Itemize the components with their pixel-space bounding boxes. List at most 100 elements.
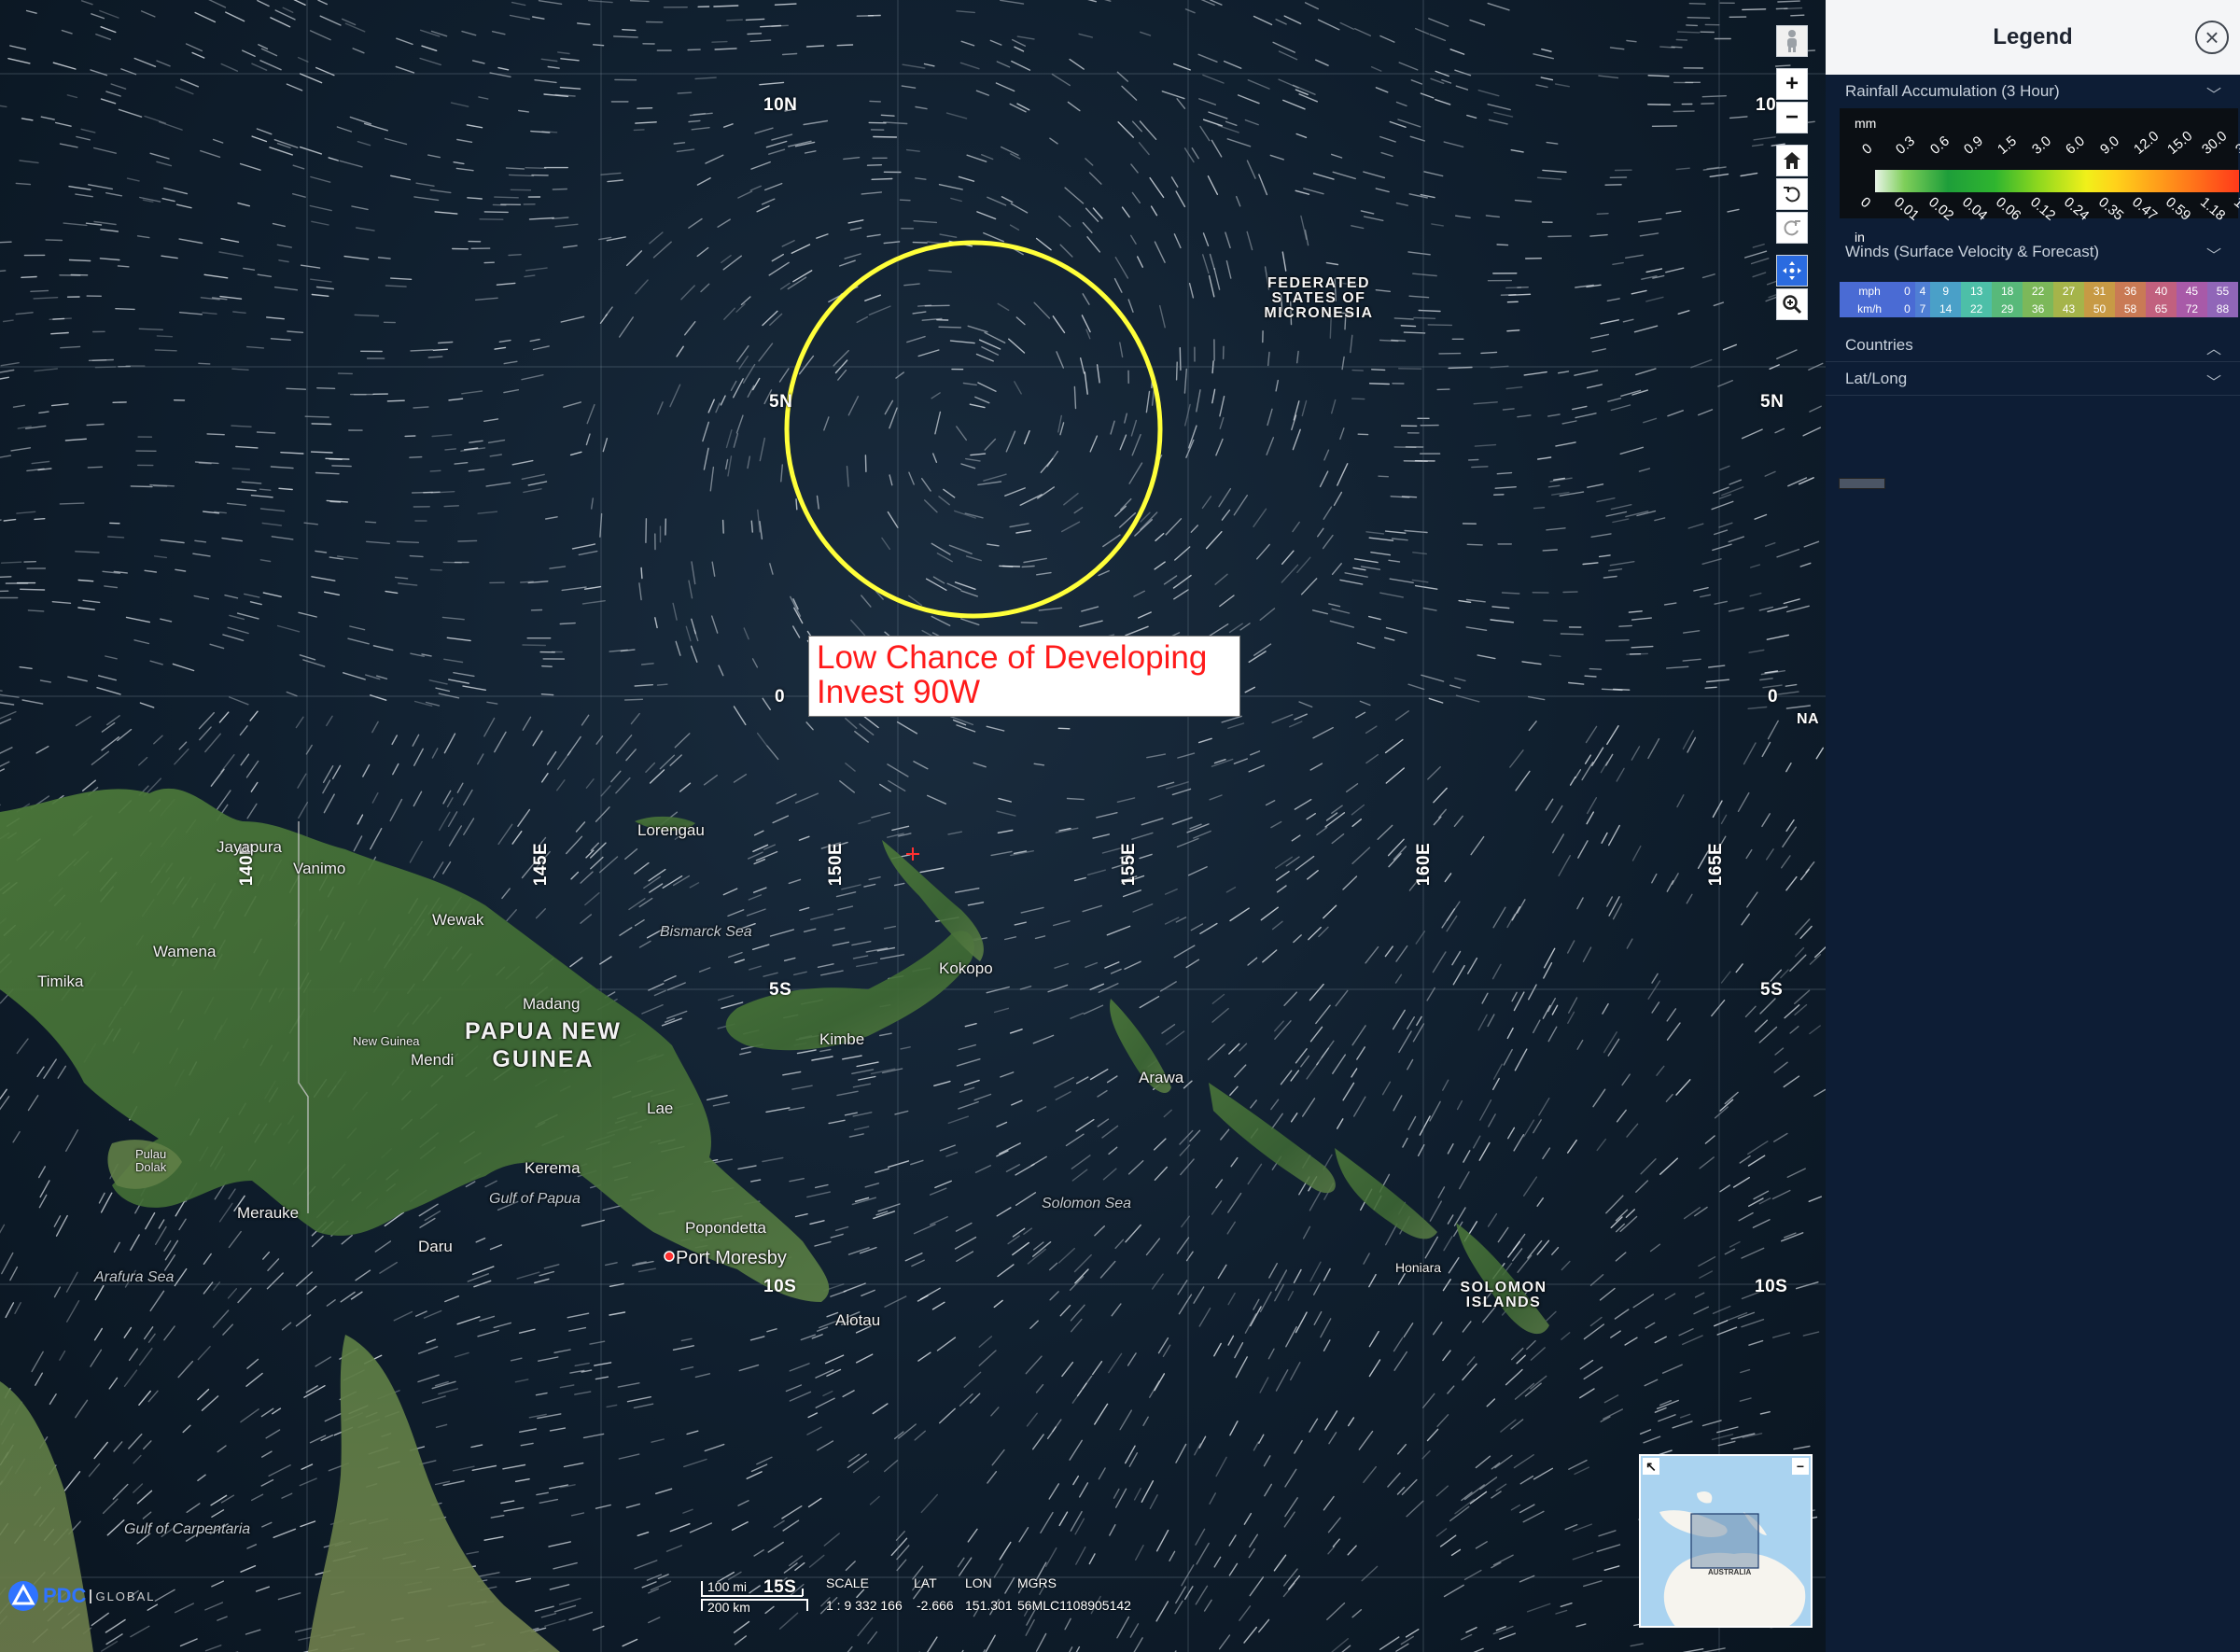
wind-kmh-cell: 88 — [2206, 300, 2238, 317]
rotate-right-button[interactable] — [1776, 212, 1808, 244]
wind-streak — [1712, 1305, 1731, 1315]
wind-streak — [231, 425, 252, 427]
wind-streak — [709, 466, 715, 492]
lat-label-0: 0 — [775, 687, 786, 707]
wind-streak — [1047, 984, 1069, 993]
wind-streak — [64, 438, 88, 441]
wind-streak — [1132, 903, 1154, 913]
wind-streak — [545, 516, 558, 520]
wind-streak — [999, 0, 1025, 5]
wind-streak — [598, 856, 619, 874]
wind-streak — [95, 34, 112, 40]
wind-streak — [995, 82, 1015, 92]
wind-streak — [974, 396, 990, 404]
legend-section-countries[interactable]: Countries ︿ — [1826, 329, 2240, 362]
wind-streak — [577, 22, 591, 25]
wind-streak — [1586, 384, 1603, 389]
wind-streak — [1011, 60, 1031, 71]
zoom-out-button[interactable]: − — [1776, 102, 1808, 133]
wind-streak — [943, 488, 956, 498]
wind-streak — [919, 1287, 941, 1300]
overview-map[interactable]: ↖ − AUSTRALIA — [1639, 1454, 1813, 1628]
wind-streak — [1618, 624, 1633, 627]
wind-streak — [754, 127, 774, 134]
wind-streak — [1290, 1070, 1300, 1082]
wind-streak — [580, 914, 592, 924]
wind-streak — [751, 658, 759, 668]
wind-streak — [957, 1557, 965, 1568]
wind-streak — [578, 550, 598, 556]
wind-streak — [1287, 1290, 1295, 1301]
wind-streak — [1275, 19, 1287, 25]
wind-streak — [806, 1191, 831, 1198]
wind-streak — [331, 764, 342, 779]
wind-streak — [823, 1533, 840, 1547]
wind-streak — [461, 30, 477, 36]
wind-streak — [1405, 1628, 1420, 1638]
wind-streak — [1391, 339, 1407, 342]
overview-expand-icon[interactable]: ↖ — [1643, 1458, 1659, 1475]
wind-streak — [309, 30, 331, 41]
wind-streak — [571, 543, 596, 550]
wind-streak — [1016, 35, 1035, 40]
pan-button[interactable] — [1776, 255, 1808, 287]
wind-streak — [221, 537, 243, 542]
wind-streak — [1247, 957, 1258, 966]
zoom-search-button[interactable] — [1776, 288, 1808, 320]
wind-streak — [1676, 794, 1685, 808]
legend-close-button[interactable]: × — [2195, 21, 2229, 54]
wind-streak — [1759, 678, 1773, 681]
home-button[interactable] — [1776, 145, 1808, 176]
wind-streak — [1535, 84, 1548, 89]
wind-streak — [1432, 951, 1447, 973]
wind-streak — [718, 994, 735, 1001]
wind-streak — [528, 217, 554, 220]
wind-streak — [781, 52, 798, 56]
wind-streak — [1183, 147, 1195, 163]
wind-streak — [958, 175, 975, 182]
wind-streak — [1339, 427, 1345, 441]
wind-streak — [1092, 833, 1111, 839]
wind-streak — [434, 211, 458, 215]
wind-streak — [1540, 77, 1554, 81]
wind-streak — [1596, 212, 1609, 216]
wind-streak — [793, 607, 804, 624]
wind-streak — [1127, 1352, 1137, 1366]
wind-streak — [1170, 176, 1179, 188]
wind-streak — [1151, 1273, 1164, 1290]
wind-streak — [946, 582, 962, 591]
wind-streak — [1654, 517, 1666, 522]
wind-streak — [250, 781, 259, 792]
wind-streak — [521, 374, 544, 381]
wind-streak — [1538, 1097, 1550, 1116]
wind-streak — [749, 39, 772, 42]
wind-streak — [873, 135, 898, 138]
wind-streak — [98, 1192, 105, 1204]
overview-collapse-icon[interactable]: − — [1792, 1458, 1809, 1475]
wind-streak — [1616, 1109, 1627, 1123]
legend-section-latlong[interactable]: Lat/Long ﹀ — [1826, 362, 2240, 396]
pegman-icon[interactable] — [1776, 25, 1808, 57]
wind-streak — [1533, 1119, 1542, 1134]
wind-streak — [1607, 1038, 1620, 1057]
wind-streak — [1600, 761, 1608, 774]
zoom-in-button[interactable]: + — [1776, 68, 1808, 100]
legend-section-winds[interactable]: Winds (Surface Velocity & Forecast) ﹀ — [1826, 235, 2240, 269]
map-view[interactable]: 10N 5N 0 5S 10S 15S 10 5N 0 5S 10S NA 14… — [0, 0, 1826, 1652]
wind-streak — [1603, 1394, 1619, 1404]
wind-streak — [1547, 484, 1561, 488]
wind-streak — [1395, 101, 1407, 107]
wind-streak — [1079, 620, 1103, 627]
pan-icon — [1783, 261, 1801, 280]
wind-streak — [908, 471, 915, 485]
wind-streak — [1148, 1379, 1160, 1398]
wind-streak — [266, 316, 285, 320]
rotate-left-button[interactable] — [1776, 178, 1808, 210]
wind-streak — [904, 1252, 923, 1262]
wind-streak — [164, 1239, 179, 1261]
wind-streak — [1754, 1019, 1769, 1033]
wind-streak — [442, 861, 452, 875]
legend-section-rainfall[interactable]: Rainfall Accumulation (3 Hour) ﹀ — [1826, 75, 2240, 108]
wind-streak — [514, 1379, 529, 1383]
wind-streak — [581, 600, 606, 605]
